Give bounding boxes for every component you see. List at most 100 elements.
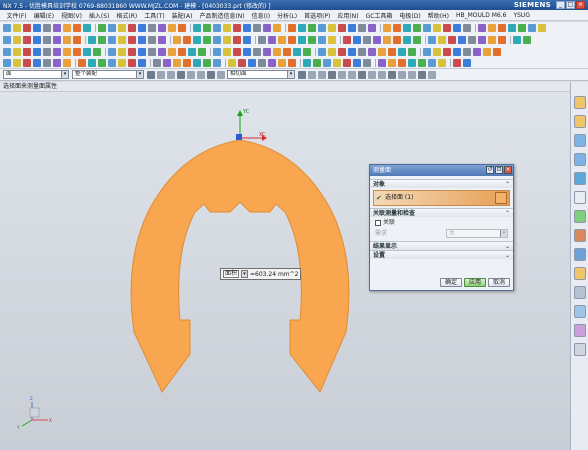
reset-button[interactable]: ↺: [486, 166, 494, 174]
toolbar-tool-icon[interactable]: [263, 24, 271, 32]
toolbar-tool-icon[interactable]: [288, 59, 296, 67]
toolbar-tool-icon[interactable]: [183, 59, 191, 67]
filter-tool-icon[interactable]: [388, 70, 396, 79]
type-filter-select[interactable]: 面 ▾: [3, 70, 69, 79]
toolbar-tool-icon[interactable]: [3, 59, 11, 67]
menu-ysug[interactable]: YSUG: [510, 12, 534, 19]
toolbar-tool-icon[interactable]: [258, 59, 266, 67]
hide-button[interactable]: ⊡: [495, 166, 503, 174]
associate-group-header[interactable]: 关联测量和检查 ⌃: [370, 208, 513, 217]
toolbar-tool-icon[interactable]: [343, 59, 351, 67]
toolbar-tool-icon[interactable]: [73, 36, 81, 44]
filter-tool-icon[interactable]: [418, 70, 426, 79]
toolbar-tool-icon[interactable]: [508, 24, 516, 32]
snap-filter-select[interactable]: 相切面 ▾: [227, 70, 295, 79]
toolbar-tool-icon[interactable]: [428, 36, 436, 44]
toolbar-tool-icon[interactable]: [188, 48, 196, 56]
toolbar-tool-icon[interactable]: [138, 59, 146, 67]
toolbar-tool-icon[interactable]: [128, 24, 136, 32]
resource-bar-icon[interactable]: [574, 229, 586, 242]
toolbar-tool-icon[interactable]: [128, 59, 136, 67]
menu-analysis[interactable]: 分析(L): [274, 11, 301, 20]
filter-tool-icon[interactable]: [308, 70, 316, 79]
toolbar-tool-icon[interactable]: [193, 59, 201, 67]
toolbar-tool-icon[interactable]: [303, 59, 311, 67]
toolbar-tool-icon[interactable]: [253, 24, 261, 32]
menu-assembly[interactable]: 装配(A): [168, 11, 196, 20]
menu-insert[interactable]: 插入(S): [85, 11, 113, 20]
toolbar-tool-icon[interactable]: [438, 36, 446, 44]
toolbar-tool-icon[interactable]: [468, 36, 476, 44]
toolbar-tool-icon[interactable]: [388, 59, 396, 67]
part-face[interactable]: [130, 139, 350, 393]
toolbar-tool-icon[interactable]: [63, 24, 71, 32]
filter-tool-icon[interactable]: [338, 70, 346, 79]
toolbar-tool-icon[interactable]: [388, 48, 396, 56]
toolbar-tool-icon[interactable]: [523, 36, 531, 44]
toolbar-tool-icon[interactable]: [418, 59, 426, 67]
toolbar-tool-icon[interactable]: [498, 24, 506, 32]
filter-tool-icon[interactable]: [348, 70, 356, 79]
toolbar-tool-icon[interactable]: [108, 59, 116, 67]
toolbar-tool-icon[interactable]: [463, 48, 471, 56]
filter-tool-icon[interactable]: [197, 70, 205, 79]
toolbar-tool-icon[interactable]: [153, 59, 161, 67]
dialog-close-button[interactable]: ×: [504, 166, 512, 174]
menu-information[interactable]: 信息(I): [248, 11, 273, 20]
filter-tool-icon[interactable]: [368, 70, 376, 79]
toolbar-tool-icon[interactable]: [528, 24, 536, 32]
associate-checkbox[interactable]: [375, 219, 381, 226]
toolbar-tool-icon[interactable]: [403, 24, 411, 32]
maximize-button[interactable]: □: [566, 1, 575, 9]
results-group-header[interactable]: 结果显示 ⌄: [370, 241, 513, 250]
ok-button[interactable]: 确定: [439, 278, 462, 287]
resource-bar-icon[interactable]: [574, 134, 586, 147]
toolbar-tool-icon[interactable]: [253, 48, 261, 56]
toolbar-tool-icon[interactable]: [463, 24, 471, 32]
toolbar-tool-icon[interactable]: [43, 59, 51, 67]
toolbar-tool-icon[interactable]: [493, 48, 501, 56]
toolbar-tool-icon[interactable]: [228, 59, 236, 67]
minimize-button[interactable]: _: [556, 1, 565, 9]
resource-bar-icon[interactable]: [574, 305, 586, 318]
toolbar-tool-icon[interactable]: [63, 48, 71, 56]
toolbar-tool-icon[interactable]: [328, 36, 336, 44]
toolbar-tool-icon[interactable]: [483, 48, 491, 56]
resource-bar-icon[interactable]: [574, 343, 586, 356]
toolbar-tool-icon[interactable]: [428, 59, 436, 67]
toolbar-tool-icon[interactable]: [268, 36, 276, 44]
toolbar-tool-icon[interactable]: [368, 48, 376, 56]
menu-tools[interactable]: 工具(T): [141, 11, 168, 20]
toolbar-tool-icon[interactable]: [358, 48, 366, 56]
resource-bar-icon[interactable]: [574, 286, 586, 299]
toolbar-tool-icon[interactable]: [238, 59, 246, 67]
toolbar-tool-icon[interactable]: [23, 59, 31, 67]
toolbar-tool-icon[interactable]: [453, 48, 461, 56]
toolbar-tool-icon[interactable]: [478, 36, 486, 44]
toolbar-tool-icon[interactable]: [278, 36, 286, 44]
toolbar-tool-icon[interactable]: [248, 59, 256, 67]
toolbar-tool-icon[interactable]: [298, 36, 306, 44]
filter-tool-icon[interactable]: [207, 70, 215, 79]
menu-edit[interactable]: 编辑(E): [30, 11, 57, 20]
toolbar-tool-icon[interactable]: [413, 24, 421, 32]
toolbar-tool-icon[interactable]: [328, 48, 336, 56]
toolbar-tool-icon[interactable]: [473, 48, 481, 56]
toolbar-tool-icon[interactable]: [433, 24, 441, 32]
toolbar-tool-icon[interactable]: [293, 48, 301, 56]
toolbar-tool-icon[interactable]: [203, 36, 211, 44]
toolbar-tool-icon[interactable]: [108, 36, 116, 44]
toolbar-tool-icon[interactable]: [53, 48, 61, 56]
toolbar-tool-icon[interactable]: [138, 36, 146, 44]
toolbar-tool-icon[interactable]: [43, 24, 51, 32]
toolbar-tool-icon[interactable]: [278, 59, 286, 67]
toolbar-tool-icon[interactable]: [348, 24, 356, 32]
toolbar-tool-icon[interactable]: [353, 36, 361, 44]
toolbar-tool-icon[interactable]: [63, 59, 71, 67]
toolbar-tool-icon[interactable]: [98, 36, 106, 44]
toolbar-tool-icon[interactable]: [273, 24, 281, 32]
settings-group-header[interactable]: 设置 ⌄: [370, 250, 513, 259]
toolbar-tool-icon[interactable]: [53, 24, 61, 32]
toolbar-tool-icon[interactable]: [273, 48, 281, 56]
filter-tool-icon[interactable]: [378, 70, 386, 79]
